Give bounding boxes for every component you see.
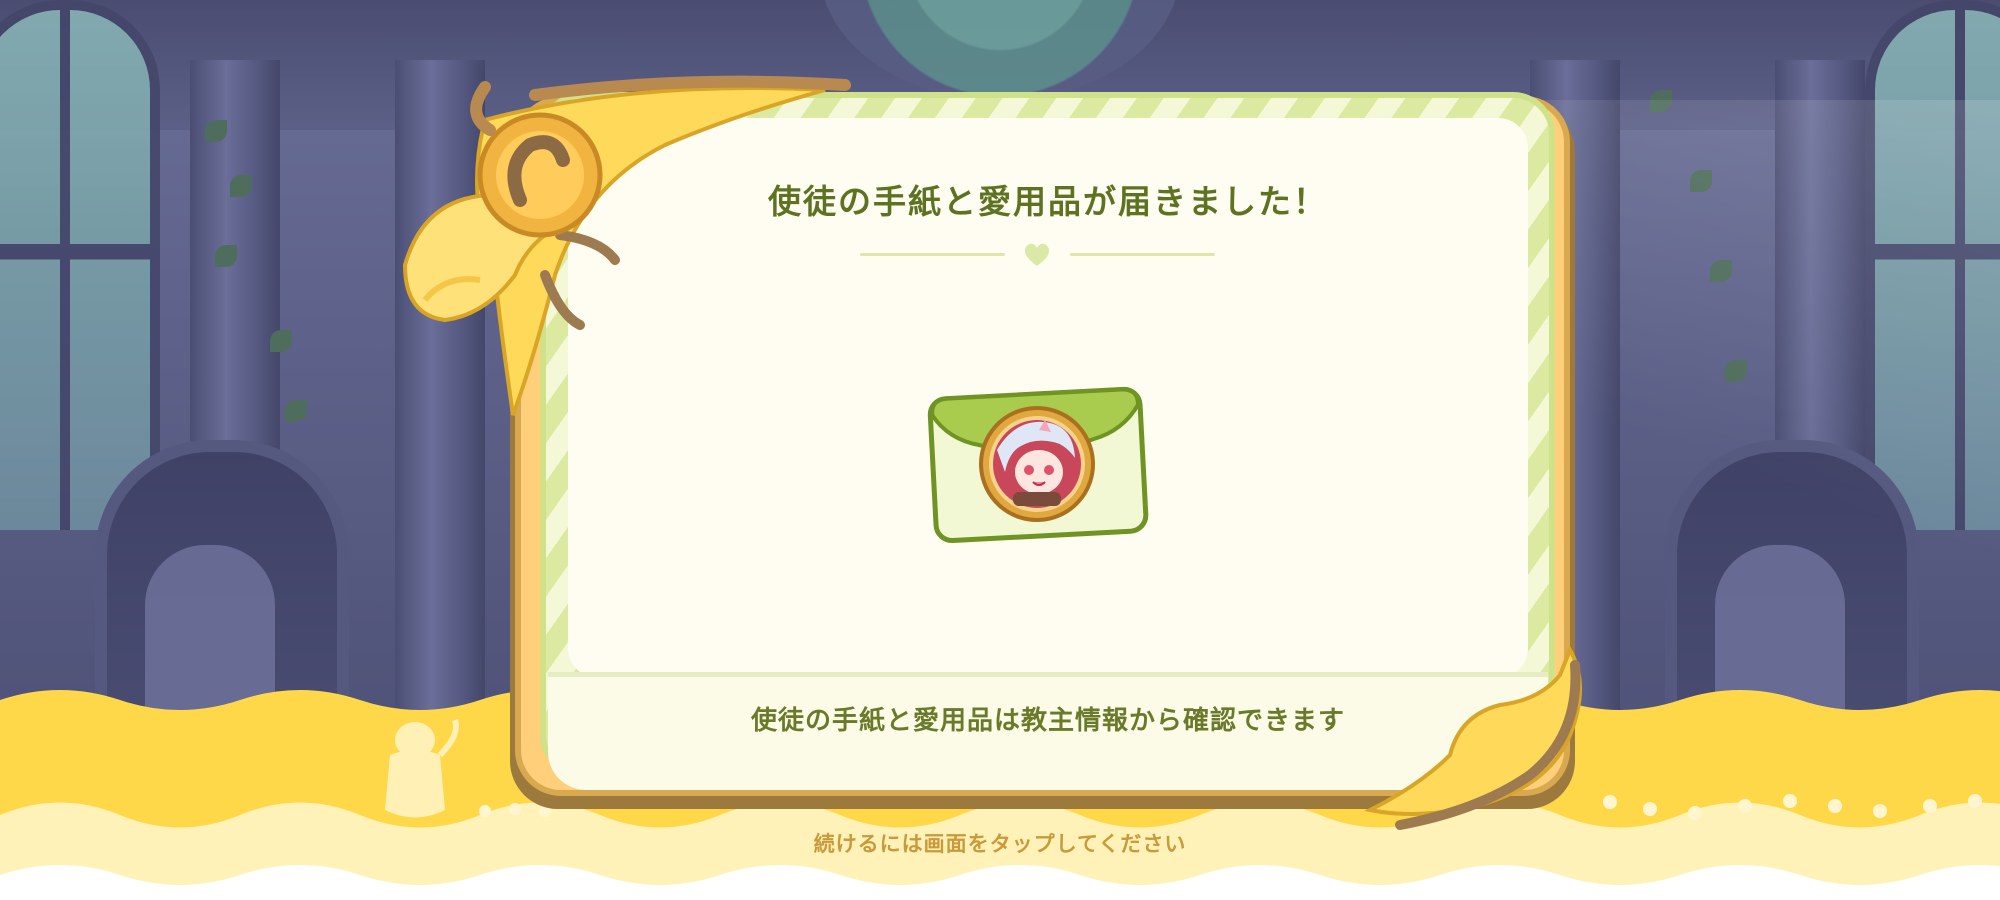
heart-icon: [1024, 243, 1050, 266]
letter-envelope-icon[interactable]: [925, 380, 1150, 548]
ivy-leaf: [205, 120, 227, 142]
light-beam: [1500, 100, 2000, 700]
apostle-portrait-icon: [993, 420, 1081, 508]
ivy-leaf: [215, 245, 237, 267]
stained-glass-window-left: [0, 0, 160, 530]
ivy-leaf: [285, 400, 307, 422]
wing-corner-decoration: [1363, 645, 1582, 830]
title-divider-left: [860, 253, 1005, 256]
mascot-silhouette-icon: [385, 719, 459, 818]
ivy-leaf: [230, 175, 252, 197]
ivy-leaf: [270, 330, 292, 352]
title-divider-right: [1070, 253, 1215, 256]
tap-to-continue-prompt[interactable]: 続けるには画面をタップしてください: [0, 828, 2000, 858]
wing-ribbon-decoration: [402, 75, 851, 416]
